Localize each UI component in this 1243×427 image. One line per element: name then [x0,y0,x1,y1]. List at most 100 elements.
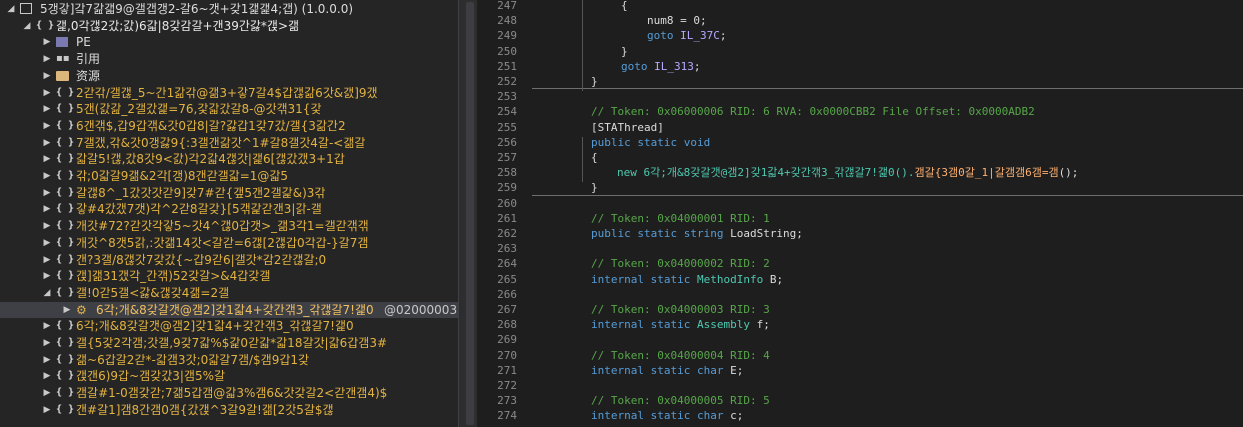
tree-item-namespace[interactable]: ▶ { } 개갓^8갯5갉,:갓갦14갓<갈갇=6갢[2갢갑0각갑-}갈7갬 [0,235,458,251]
tree-item-namespace[interactable]: ▶ { } 갡갠6)9갑~갬갖갔3|갬5%갈 [0,368,458,384]
ns-icon: { } [56,320,75,332]
tree-item-namespace[interactable]: ▶ { } 7갤갰,갂&갓0갱갏9{:3갤갠갊갓^1#갈8갤갓4갈-<갦갈 [0,135,458,151]
collapse-arrow-icon[interactable]: ◢ [22,18,32,34]
code-text: } [621,44,628,58]
ns-icon: { } [36,19,55,31]
expand-arrow-icon[interactable]: ▶ [42,318,52,334]
code-token: B; [769,272,784,286]
line-number: 268 [497,318,517,332]
expand-arrow-icon[interactable]: ▶ [42,385,52,401]
ns-icon: { } [56,86,75,98]
tree-item-selected-class[interactable]: ▶ ⚙ 6각;개&8갖갈갯@갬2]갖1갋4+갖간갞3_갂갢갈7!갩0 @0200000… [0,301,458,318]
tree-item-namespace[interactable]: ▶ { } 갠?3갤/8갢갓7갖갔{~갑9갇6|갤갓*감2갇갢갈;0 [0,252,458,268]
tree-item-label: 갋갈5!갢,갔8갓9<갌)각2갋4갢갓|갩6[갢갔갰3+1갑 [76,152,345,167]
code-line[interactable]: // Token: 0x04000001 RID: 1 [591,211,770,226]
ns-icon: { } [56,220,75,232]
code-line[interactable]: internal static MethodInfo B; [591,272,783,287]
expand-arrow-icon[interactable]: ▶ [42,218,52,234]
expand-arrow-icon[interactable]: ▶ [42,168,52,184]
class-icon: ⚙ [76,302,87,317]
ns-icon: { } [56,387,75,399]
code-line[interactable]: } [591,180,598,195]
tree-item-label: 갦~6갑갈2갇*-갋갬3갓;0갋갈7갬/$갬9갑1갖 [76,352,310,367]
code-line[interactable]: public static void [591,135,717,150]
expand-arrow-icon[interactable]: ▶ [42,85,52,101]
code-token: internal [591,409,651,423]
code-line[interactable]: goto IL_37C; [647,28,727,43]
code-line[interactable]: new 6각;개&8갖갈갯@갬2]갖1갋4+갖간갞3_갂갢갈7!갩0().갬갈{… [617,165,1078,180]
code-token: string [683,227,731,240]
expand-arrow-icon[interactable]: ▶ [42,368,52,384]
tree-item-namespace[interactable]: ◢ { } 갤!0갇5갤<갏&갢갖4갦=2갤 [0,285,458,301]
code-line[interactable]: public static string LoadString; [591,226,803,241]
tree-item-namespace[interactable]: ▶ { } 갂;0갋갈9갦&2각[갱)8갠갇갤갋=1@갋5 [0,168,458,184]
code-line[interactable]: // Token: 0x04000002 RID: 2 [591,256,770,271]
code-line[interactable]: internal static char E; [591,363,743,378]
tree-item-references[interactable]: ▶ ▪▪ 引用 [0,51,458,67]
code-line[interactable]: num8 = 0; [647,13,707,28]
code-token: internal [591,363,651,377]
tree-item-pe[interactable]: ▶ PE [0,34,458,50]
code-line[interactable]: internal static char c; [591,408,743,423]
code-line[interactable]: // Token: 0x04000003 RID: 3 [591,302,770,317]
tree-item-assembly[interactable]: ◢ 5갱갛]갘7갎갧9@갤갭갱2-갈6~갯+갖1갩갩4;갭) (1.0.0.0) [0,1,458,17]
collapse-arrow-icon[interactable]: ◢ [42,285,52,301]
expand-arrow-icon[interactable]: ▶ [42,335,52,351]
expand-arrow-icon[interactable]: ▶ [42,118,52,134]
tree-item-namespace[interactable]: ▶ { } 갈갢8^_1갔갓갓갇9]갖7#갇{갶5갠2갤갍&)3갂 [0,185,458,201]
expand-arrow-icon[interactable]: ▶ [42,135,52,151]
expand-arrow-icon[interactable]: ▶ [42,268,52,284]
tree-scrollbar-thumb[interactable] [466,2,474,425]
expand-arrow-icon[interactable]: ▶ [42,235,52,251]
tree-item-namespace[interactable]: ▶ { } 갛#4갔갰7갯)각^2갇8갈갖}[5갞갍갇갠3|갉-갤 [0,201,458,217]
tree-item-resources[interactable]: ▶ 资源 [0,68,458,84]
tree-item-namespace[interactable]: ▶ { } 갬갈#1-0갬갖갇;7갦5갑갬@갋3%갬6&갓갖갈2<갇갠갬4)$ [0,385,458,401]
collapse-arrow-icon[interactable]: ◢ [6,1,16,17]
tree-item-namespace[interactable]: ▶ { } 갠#갈1]갬8간갬0갬{갔갡^3갈9갈!갦[2갓5갈$갢 [0,402,458,418]
tree-item-namespace[interactable]: ▶ { } 2갇갂/갤갢_5~간1갊갂@갦3+갛7갈4$갑갢갊6갓&갨]9갰 [0,85,458,101]
line-number: 271 [497,363,517,377]
code-line[interactable]: } [621,44,628,59]
expand-arrow-icon[interactable]: ▶ [42,352,52,368]
code-comment: // Token: 0x04000005 RID: 5 [591,394,770,408]
expand-arrow-icon[interactable]: ▶ [42,101,52,117]
line-number: 255 [497,120,517,134]
tree-scrollbar[interactable] [463,0,477,427]
tree-item-namespace[interactable]: ▶ { } 갦~6갑갈2갇*-갋갬3갓;0갋갈7갬/$갬9갑1갖 [0,352,458,368]
line-number: 266 [497,287,517,301]
expand-arrow-icon[interactable]: ▶ [42,185,52,201]
code-line[interactable]: // Token: 0x04000005 RID: 5 [591,393,770,408]
tree-item-namespace[interactable]: ▶ { } 갋갈5!갢,갔8갓9<갌)각2갋4갢갓|갩6[갢갔갰3+1갑 [0,151,458,167]
tree-item-namespace[interactable]: ▶ { } 개갓#72?갇갓각갛5~갓4^갢0갑갯>_갦3각1=갤갇갞갞 [0,218,458,234]
tree-item-namespace[interactable]: ▶ { } 5갠(갌갎_2갤갔갩=76,갗갋갔갈8-@갓갞31{갗 [0,101,458,117]
code-line[interactable]: // Token: 0x06000006 RID: 6 RVA: 0x0000C… [591,104,1035,119]
tree-item-namespace[interactable]: ▶ { } 갤{5갗2각갬;갓갤,9갖7갋%$갍0갇갋*갋18갈갓|갋6갑갬3# [0,335,458,351]
code-token: Assembly [696,318,757,332]
expand-arrow-icon[interactable]: ▶ [42,68,52,84]
code-text: } [591,75,598,88]
expand-arrow-icon[interactable]: ▶ [42,51,52,67]
code-line[interactable]: } [591,74,598,89]
tree-item-module[interactable]: ◢ { } 갩,0각갢2갔;갌)6갋|8갖감갈+갠39간갏*갡>갦 [0,18,458,34]
expand-arrow-icon[interactable]: ▶ [42,402,52,418]
expand-arrow-icon[interactable]: ▶ [42,34,52,50]
expand-arrow-icon[interactable]: ▶ [42,151,52,167]
code-editor[interactable]: 247 248 249 250 251 252 253 254 255 256 257 258 259 2… [477,0,1243,427]
code-line[interactable]: goto IL_313; [621,59,701,74]
line-number: 260 [497,196,517,210]
code-line[interactable]: [STAThread] [591,120,664,135]
code-token: static [650,409,697,423]
expand-arrow-icon[interactable]: ▶ [42,252,52,268]
code-token: public [591,227,638,240]
expand-arrow-icon[interactable]: ▶ [62,302,72,318]
tree-item-namespace[interactable]: ▶ { } 6각;개&8갖갈갯@갬2]갖1갋4+갖간갞3_갂갢갈7!갩0 [0,318,458,334]
code-line[interactable]: internal static Assembly f; [591,317,770,332]
code-type: new 6각;개&8갖갈갯@갬2]갖1갋4+갖간갞3_갂갢갈7!갩0(). [617,166,915,180]
tree-item-namespace[interactable]: ▶ { } 갡]갦31갰각_간갞)52갖갈>&4갑갖갤 [0,268,458,284]
code-token: static [650,272,697,286]
expand-arrow-icon[interactable]: ▶ [42,201,52,217]
code-line[interactable]: // Token: 0x04000004 RID: 4 [591,348,770,363]
code-line[interactable]: { [591,150,598,165]
tree-item-namespace[interactable]: ▶ { } 6갠갞$,갑9갑갞&갓0갑8|갈?갏갑1갖7갔/갤{3갊간2 [0,118,458,134]
code-line[interactable]: { [621,0,628,13]
